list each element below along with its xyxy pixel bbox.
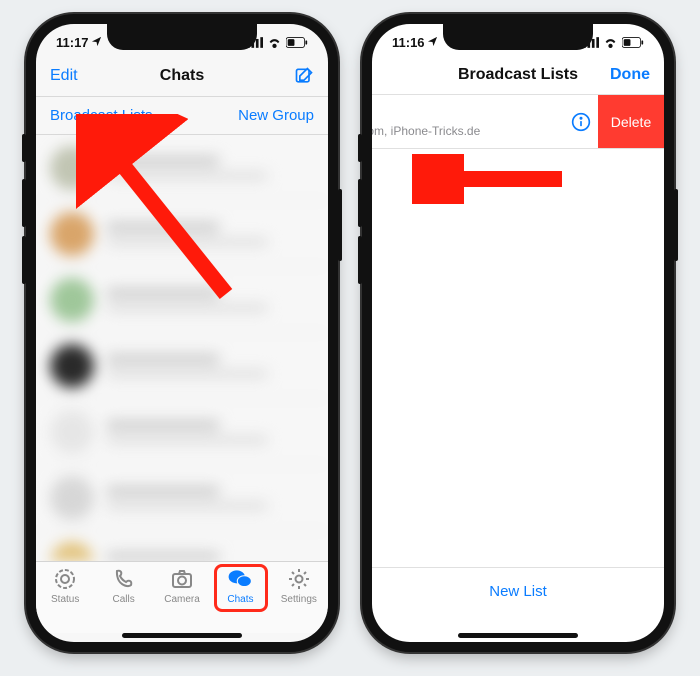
chat-row[interactable] <box>36 267 328 333</box>
tab-camera[interactable]: Camera <box>153 566 211 605</box>
new-list-button[interactable]: New List <box>372 567 664 615</box>
battery-icon <box>286 37 308 48</box>
nav-bar: Broadcast Lists Done <box>372 60 664 95</box>
new-group-button[interactable]: New Group <box>238 107 314 124</box>
home-indicator[interactable] <box>458 633 578 638</box>
done-button[interactable]: Done <box>610 66 650 84</box>
camera-icon <box>169 566 195 592</box>
sub-nav: Broadcast Lists New Group <box>36 97 328 135</box>
info-button[interactable] <box>564 95 598 148</box>
highlight-chats-tab <box>214 564 268 612</box>
home-indicator[interactable] <box>122 633 242 638</box>
nav-title: Broadcast Lists <box>458 66 578 84</box>
notch <box>107 24 257 50</box>
chat-row[interactable] <box>36 135 328 201</box>
nav-title: Chats <box>160 67 204 85</box>
delete-label: Delete <box>611 114 651 130</box>
new-list-label: New List <box>489 583 547 600</box>
phone-left: 11:17 Edit Chats Broadcast Lists New Gro… <box>26 14 338 652</box>
broadcast-list-row[interactable]: :: 2 cks.com, iPhone-Tricks.de Delete <box>372 95 664 149</box>
delete-button[interactable]: Delete <box>598 95 664 148</box>
status-time: 11:17 <box>56 35 89 50</box>
info-icon <box>571 112 591 132</box>
row-title: :: 2 <box>372 106 552 122</box>
status-icon <box>52 566 78 592</box>
screen: 11:17 Edit Chats Broadcast Lists New Gro… <box>36 24 328 642</box>
chat-row[interactable] <box>36 531 328 561</box>
chat-row[interactable] <box>36 333 328 399</box>
notch <box>443 24 593 50</box>
row-subtitle: cks.com, iPhone-Tricks.de <box>372 124 552 138</box>
tab-label: Calls <box>112 594 134 605</box>
location-icon <box>427 35 438 50</box>
status-time: 11:16 <box>392 35 425 50</box>
phone-icon <box>111 566 137 592</box>
gear-icon <box>286 566 312 592</box>
phone-right: 11:16 Broadcast Lists Done :: 2 cks.com,… <box>362 14 674 652</box>
chat-row[interactable] <box>36 399 328 465</box>
wifi-icon <box>603 37 618 48</box>
nav-bar: Edit Chats <box>36 60 328 97</box>
wifi-icon <box>267 37 282 48</box>
compose-icon <box>294 66 314 86</box>
screen: 11:16 Broadcast Lists Done :: 2 cks.com,… <box>372 24 664 642</box>
tab-status[interactable]: Status <box>36 566 94 605</box>
tab-settings[interactable]: Settings <box>270 566 328 605</box>
broadcast-lists-button[interactable]: Broadcast Lists <box>50 107 153 124</box>
tab-label: Status <box>51 594 79 605</box>
row-content: :: 2 cks.com, iPhone-Tricks.de <box>372 95 564 148</box>
compose-button[interactable] <box>294 66 314 86</box>
chat-row[interactable] <box>36 465 328 531</box>
tab-label: Settings <box>281 594 317 605</box>
edit-button[interactable]: Edit <box>50 67 78 85</box>
tab-bar: Status Calls Camera Chats Settings <box>36 561 328 633</box>
tab-label: Camera <box>164 594 200 605</box>
location-icon <box>91 35 102 50</box>
battery-icon <box>622 37 644 48</box>
chat-list[interactable] <box>36 135 328 561</box>
tab-calls[interactable]: Calls <box>94 566 152 605</box>
empty-area <box>372 149 664 567</box>
chat-row[interactable] <box>36 201 328 267</box>
